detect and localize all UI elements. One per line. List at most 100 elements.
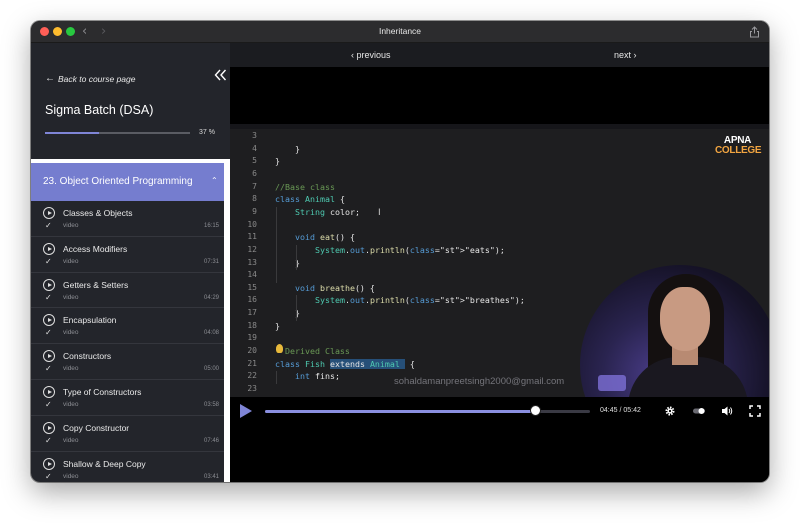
section-title: 23. Object Oriented Programming — [43, 176, 193, 187]
code-line: 3 — [230, 131, 560, 144]
seek-bar[interactable] — [265, 410, 590, 413]
check-icon: ✓ — [45, 364, 52, 374]
code-text: void breathe() { — [294, 282, 375, 293]
line-number: 21 — [247, 358, 257, 368]
play-circle-icon — [43, 207, 55, 219]
code-line: 11 void eat() { — [230, 232, 560, 245]
code-line: 15 void breathe() { — [230, 283, 560, 296]
course-title: Sigma Batch (DSA) — [45, 103, 154, 117]
code-line: 18} — [230, 321, 560, 334]
brand-logo: APNA COLLEGE — [715, 136, 762, 156]
line-number: 5 — [252, 156, 257, 166]
course-progress-fill — [45, 132, 99, 134]
next-lesson-button[interactable]: next › — [614, 50, 637, 60]
check-icon: ✓ — [45, 221, 52, 230]
check-icon: ✓ — [45, 292, 52, 302]
play-circle-icon — [43, 421, 55, 434]
lesson-item[interactable]: ✓ Getters & Setters video 04:29 — [31, 273, 224, 309]
code-line: 5} — [230, 156, 560, 169]
lesson-type: video — [63, 472, 79, 480]
lesson-title: Type of Constructors — [63, 386, 142, 397]
line-number: 16 — [247, 295, 257, 305]
indent-guide — [276, 371, 277, 384]
line-number: 13 — [247, 257, 257, 267]
code-line: 16 System.out.println(class="st">"breath… — [230, 295, 560, 308]
line-number: 9 — [252, 206, 257, 216]
line-number: 7 — [252, 181, 257, 191]
section-header-oop[interactable]: 23. Object Oriented Programming ⌃ — [31, 163, 224, 201]
back-to-course-link[interactable]: ← Back to course page — [45, 73, 136, 84]
lesson-item[interactable]: ✓ Copy Constructor video 07:46 — [31, 416, 224, 452]
line-number: 12 — [247, 244, 257, 254]
settings-gear-icon[interactable] — [664, 405, 676, 417]
lesson-type: video — [63, 365, 79, 373]
lesson-title: Getters & Setters — [63, 279, 129, 290]
code-text: } — [275, 143, 300, 154]
video-frame[interactable]: 34 } 5} 6 7//Base class 8 class Animal {9 Str… — [230, 124, 769, 397]
line-number: 14 — [247, 270, 257, 280]
player-controls: 04:45 / 05:42 — [230, 397, 769, 482]
lesson-duration: 04:29 — [203, 294, 219, 301]
lesson-title: Constructors — [63, 351, 112, 362]
line-number: 4 — [252, 143, 257, 153]
seek-bar-fill — [265, 410, 536, 413]
lesson-item[interactable]: ✓ Shallow & Deep Copy video 03:41 — [31, 452, 224, 482]
lesson-duration: 04:08 — [203, 330, 219, 337]
lesson-item[interactable]: ✓ Classes & Objects video 16:15 — [31, 201, 224, 237]
line-number: 22 — [247, 371, 257, 381]
code-text: System.out.println(class="st">"breathes"… — [314, 295, 525, 306]
code-line: 10 — [230, 220, 560, 233]
lesson-item[interactable]: ✓ Access Modifiers video 07:31 — [31, 237, 224, 273]
line-number: 10 — [247, 219, 257, 229]
user-watermark: sohaldamanpreetsingh2000@gmail.com — [394, 376, 565, 387]
lesson-duration: 05:00 — [203, 366, 219, 373]
indent-guide — [296, 244, 297, 271]
code-line: 13 } — [230, 258, 560, 271]
code-line: 12 System.out.println(class="st">"eats")… — [230, 245, 560, 258]
share-icon[interactable] — [749, 26, 760, 38]
lesson-title: Shallow & Deep Copy — [63, 458, 146, 469]
background-lamp — [598, 375, 626, 391]
instructor-face — [660, 287, 710, 351]
code-line: 6 — [230, 169, 560, 182]
code-line: 7 //Base class — [230, 182, 560, 195]
code-line: 21 class Fish extends Animal { — [230, 358, 560, 372]
line-number: 19 — [247, 333, 257, 343]
previous-lesson-button[interactable]: ‹ previous — [351, 50, 391, 60]
indent-guide — [296, 295, 297, 321]
line-number: 8 — [252, 194, 257, 204]
volume-icon[interactable] — [721, 405, 733, 417]
lesson-title: Classes & Objects — [63, 208, 133, 218]
lesson-duration: 07:46 — [203, 437, 219, 444]
lesson-duration: 03:41 — [203, 473, 219, 480]
play-circle-icon — [43, 457, 55, 470]
code-line: 4 } — [230, 144, 560, 157]
code-text: } — [275, 156, 280, 167]
line-number: 17 — [247, 308, 257, 318]
lesson-list: ✓ Classes & Objects video 16:15 ✓ Access Modi… — [31, 201, 224, 482]
course-sidebar: ← Back to course page Sigma Batch (DSA) … — [31, 43, 230, 482]
app-window: ‹ › Inheritance ← Back to course page Si… — [31, 21, 769, 482]
lesson-item[interactable]: ✓ Encapsulation video 04:08 — [31, 308, 224, 345]
code-text: System.out.println(class="st">"eats"); — [314, 244, 505, 255]
line-number: 11 — [247, 232, 257, 242]
lesson-title: Copy Constructor — [63, 422, 130, 433]
fullscreen-icon[interactable] — [749, 405, 761, 417]
course-progress-label: 37 % — [199, 129, 215, 136]
autoplay-toggle-icon[interactable] — [692, 405, 706, 417]
seek-thumb[interactable] — [530, 405, 542, 416]
lesson-item[interactable]: ✓ Type of Constructors video 03:58 — [31, 380, 224, 416]
arrow-left-icon: ← — [45, 73, 55, 84]
lesson-title: Encapsulation — [63, 315, 117, 326]
check-icon: ✓ — [45, 328, 52, 338]
collapse-sidebar-icon[interactable] — [214, 69, 227, 81]
play-button[interactable] — [240, 404, 252, 418]
lesson-item[interactable]: ✓ Constructors video 05:00 — [31, 344, 224, 380]
code-line: 8 class Animal { — [230, 194, 560, 207]
code-text: } — [275, 320, 280, 331]
lesson-type: video — [63, 222, 79, 229]
line-number: 6 — [252, 168, 257, 178]
back-link-label: Back to course page — [58, 73, 136, 84]
chevron-up-icon: ⌃ — [211, 176, 218, 185]
check-icon: ✓ — [45, 471, 52, 481]
